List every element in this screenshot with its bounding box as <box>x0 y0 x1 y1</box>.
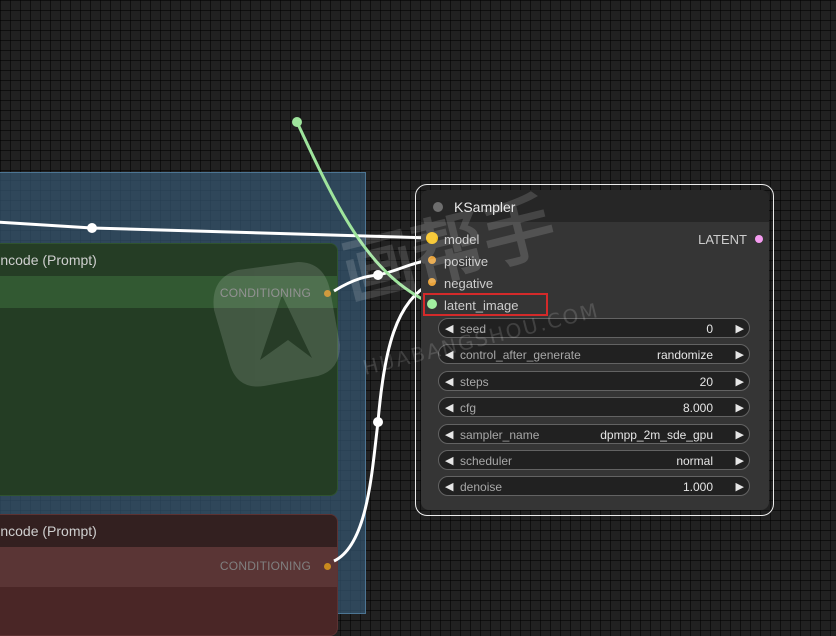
widget-value[interactable]: dpmpp_2m_sde_gpu <box>600 427 713 443</box>
seed-widget[interactable]: ◀ seed 0 ▶ <box>438 318 750 338</box>
negative-input-label: negative <box>444 276 494 291</box>
scheduler-widget[interactable]: ◀ scheduler normal ▶ <box>438 450 750 470</box>
increment-arrow-icon[interactable]: ▶ <box>736 346 744 364</box>
increment-arrow-icon[interactable]: ▶ <box>736 399 744 417</box>
denoise-widget[interactable]: ◀ denoise 1.000 ▶ <box>438 476 750 496</box>
decrement-arrow-icon[interactable]: ◀ <box>445 320 453 338</box>
ksampler-node[interactable]: KSampler model positive negative latent_… <box>421 190 769 510</box>
widget-value[interactable]: randomize <box>657 347 713 363</box>
cfg-widget[interactable]: ◀ cfg 8.000 ▶ <box>438 397 750 417</box>
ksampler-title: KSampler <box>454 199 516 215</box>
model-wire-midpoint[interactable] <box>87 223 97 233</box>
increment-arrow-icon[interactable]: ▶ <box>736 426 744 444</box>
steps-widget[interactable]: ◀ steps 20 ▶ <box>438 371 750 391</box>
widget-name: cfg <box>460 401 477 415</box>
model-input-label: model <box>444 232 480 247</box>
widget-value[interactable]: 0 <box>706 321 713 337</box>
positive-wire-midpoint[interactable] <box>373 270 383 280</box>
positive-input-dot[interactable] <box>428 256 436 264</box>
increment-arrow-icon[interactable]: ▶ <box>736 373 744 391</box>
collapse-dot-icon[interactable] <box>433 202 443 212</box>
decrement-arrow-icon[interactable]: ◀ <box>445 452 453 470</box>
increment-arrow-icon[interactable]: ▶ <box>736 478 744 496</box>
widget-name: sampler_name <box>460 428 540 442</box>
latent-output-label: LATENT <box>698 232 747 247</box>
decrement-arrow-icon[interactable]: ◀ <box>445 373 453 391</box>
negative-input-dot[interactable] <box>428 278 436 286</box>
decrement-arrow-icon[interactable]: ◀ <box>445 426 453 444</box>
decrement-arrow-icon[interactable]: ◀ <box>445 478 453 496</box>
widget-name: seed <box>460 322 487 336</box>
decrement-arrow-icon[interactable]: ◀ <box>445 346 453 364</box>
ksampler-title-bar[interactable]: KSampler <box>421 190 769 222</box>
latent-output-dot[interactable] <box>755 235 763 243</box>
widget-name: control_after_generate <box>460 348 581 362</box>
increment-arrow-icon[interactable]: ▶ <box>736 452 744 470</box>
widget-value[interactable]: 20 <box>700 374 713 390</box>
widget-name: scheduler <box>460 454 513 468</box>
decrement-arrow-icon[interactable]: ◀ <box>445 399 453 417</box>
model-wire[interactable] <box>0 220 433 240</box>
latent-image-highlight-box <box>423 293 548 316</box>
widget-name: steps <box>460 375 489 389</box>
widget-value[interactable]: 8.000 <box>683 400 713 416</box>
sampler-name-widget[interactable]: ◀ sampler_name dpmpp_2m_sde_gpu ▶ <box>438 424 750 444</box>
increment-arrow-icon[interactable]: ▶ <box>736 320 744 338</box>
widget-name: denoise <box>460 480 503 494</box>
negative-wire-midpoint[interactable] <box>373 417 383 427</box>
model-input-dot[interactable] <box>426 232 438 244</box>
latent-wire-end[interactable] <box>292 117 302 127</box>
control-after-generate-widget[interactable]: ◀ control_after_generate randomize ▶ <box>438 344 750 364</box>
widget-value[interactable]: 1.000 <box>683 479 713 495</box>
widget-value[interactable]: normal <box>676 453 713 469</box>
positive-input-label: positive <box>444 254 489 269</box>
